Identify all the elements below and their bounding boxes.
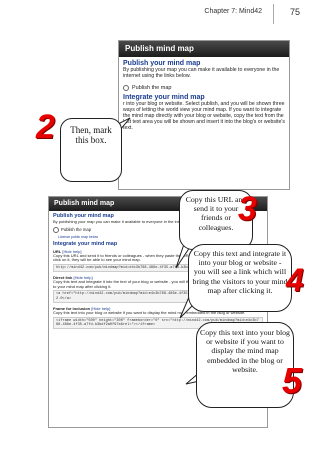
publish-heading: Publish your mind map xyxy=(123,60,201,67)
page-number: 75 xyxy=(289,7,300,17)
publish-radio-label: Publish the map xyxy=(61,227,92,233)
dialog-title-bar: Publish mind map xyxy=(119,41,289,57)
callout-direct-link: Copy this text and integrate it into you… xyxy=(188,244,292,312)
header-divider xyxy=(273,4,274,24)
step-number-3: 3 xyxy=(238,190,257,228)
callout-frame: Copy this text into your blog or website… xyxy=(196,322,294,408)
integrate-heading: Integrate your mind map xyxy=(123,93,205,101)
callout-mark-box: Then, mark this box. xyxy=(60,118,122,182)
chapter-title: Chapter 7: Mind42 xyxy=(204,8,262,15)
publish-radio-label: Publish the map xyxy=(132,84,172,91)
publish-dialog-screenshot-1: Publish mind map Publish your mind map B… xyxy=(118,40,290,190)
publish-radio[interactable]: Publish the map xyxy=(123,84,285,91)
step-number-4: 4 xyxy=(286,262,304,298)
radio-icon[interactable] xyxy=(53,226,59,233)
step-number-2: 2 xyxy=(36,108,55,146)
publish-intro: By publishing your map you can make it a… xyxy=(123,67,280,79)
page-header: Chapter 7: Mind42 75 xyxy=(0,0,320,30)
step-number-5: 5 xyxy=(282,360,303,401)
integrate-text: r into your blog or website. Select publ… xyxy=(123,100,286,131)
radio-icon[interactable] xyxy=(123,84,129,91)
